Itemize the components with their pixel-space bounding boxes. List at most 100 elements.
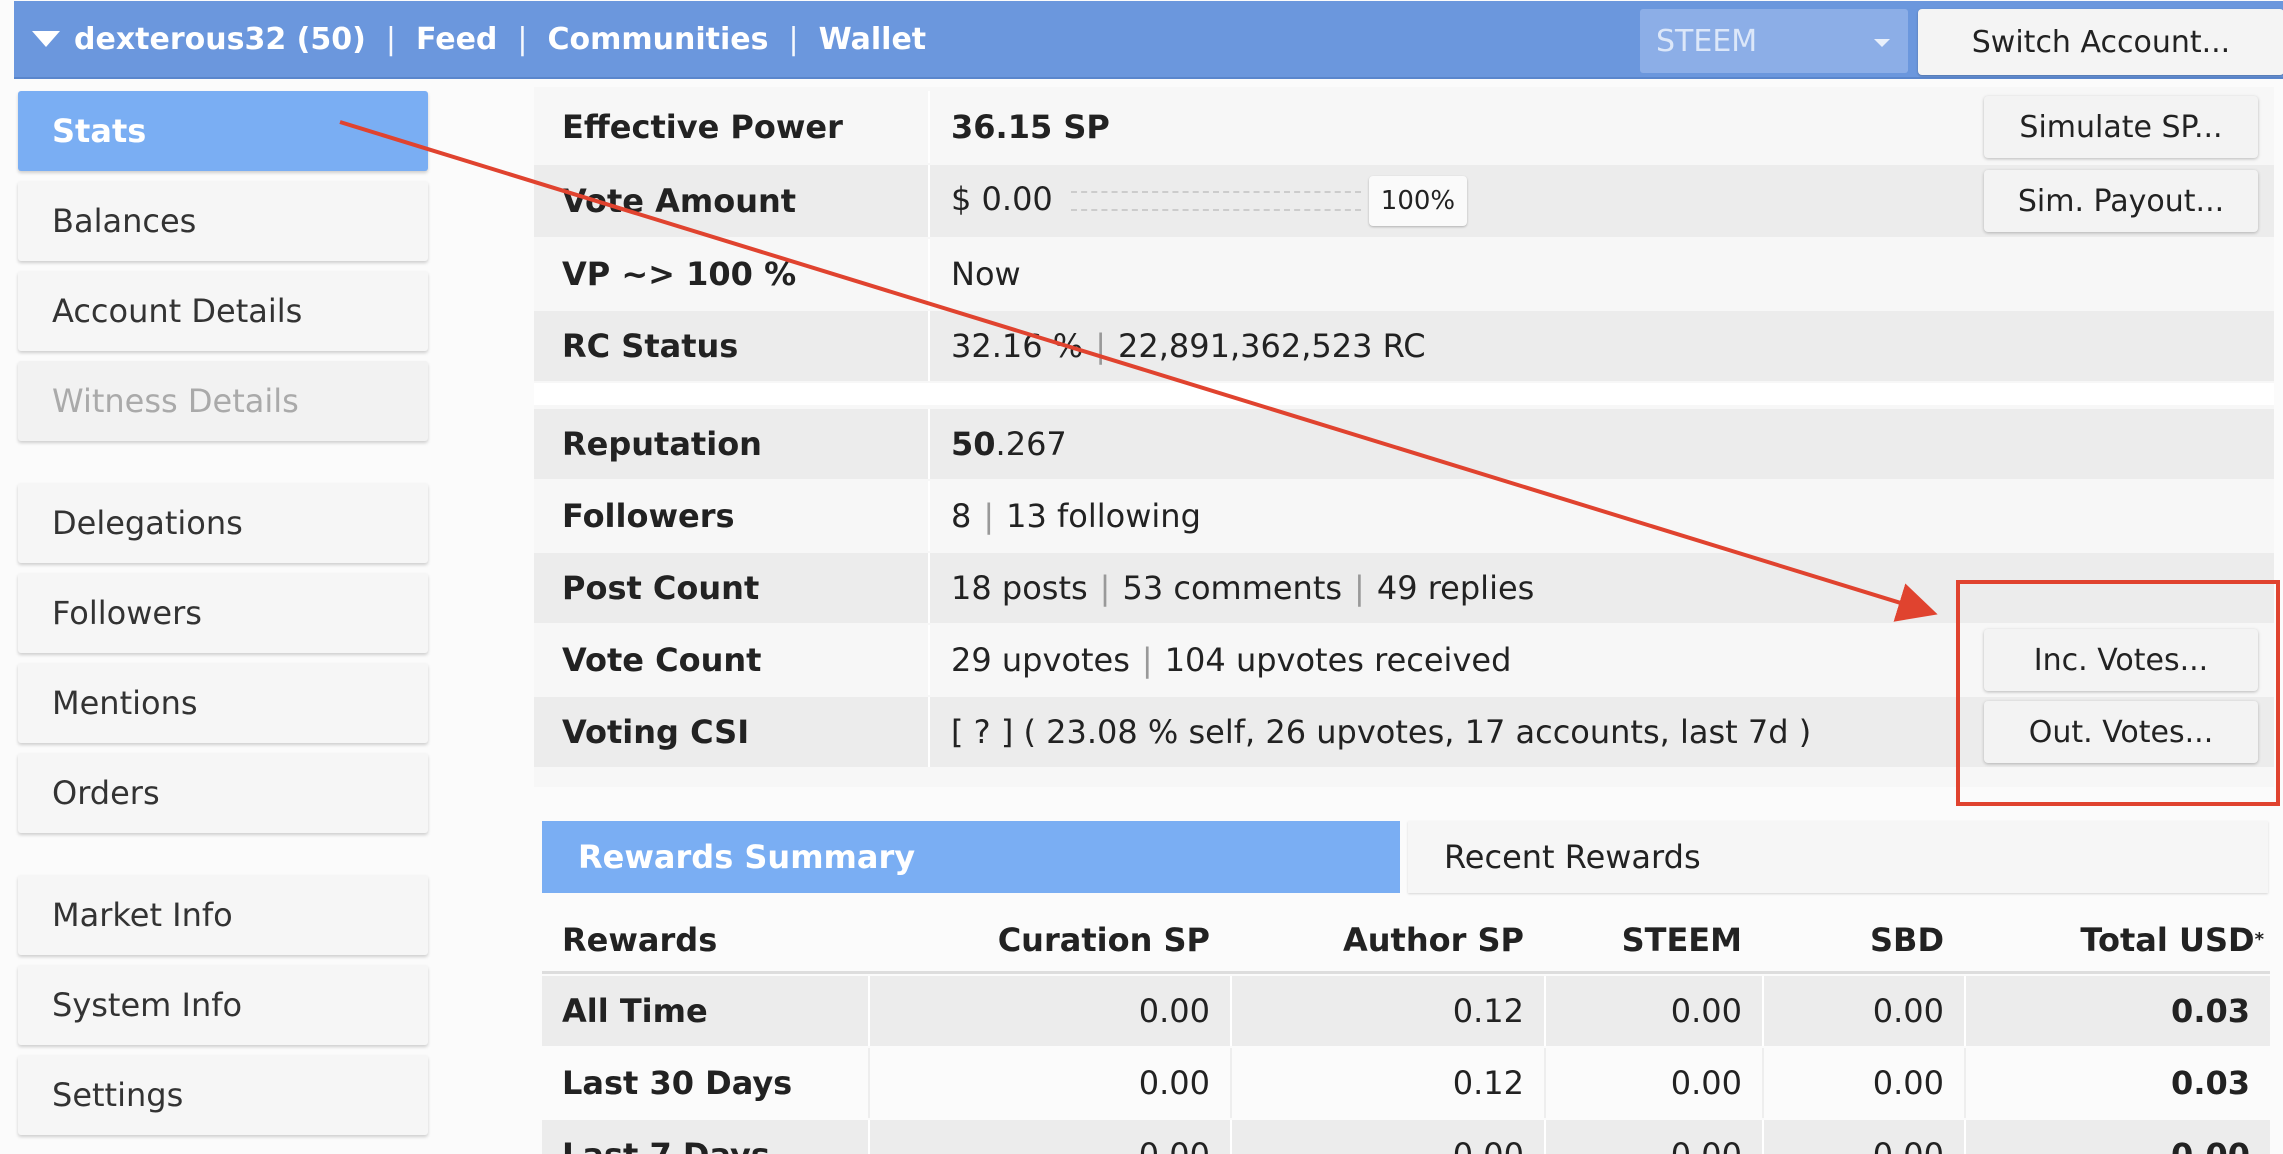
- pipe-separator: |: [1095, 327, 1106, 365]
- vote-amount-group: $ 0.00 100%: [951, 176, 1468, 226]
- table-row: Last 30 Days 0.00 0.12 0.00 0.00 0.03: [542, 1048, 2270, 1118]
- replies-count: 49 replies: [1376, 569, 1535, 607]
- sidebar-item-account-details[interactable]: Account Details: [18, 271, 428, 351]
- rc-amount: 22,891,362,523 RC: [1117, 327, 1426, 365]
- rc-value: 32.16 % | 22,891,362,523 RC: [951, 327, 1426, 365]
- vote-count-value: 29 upvotes | 104 upvotes received: [951, 641, 1511, 679]
- posts-count: 18 posts: [951, 569, 1088, 607]
- column-divider: [928, 165, 930, 237]
- nav-separator: |: [788, 21, 799, 57]
- sidebar-item-delegations[interactable]: Delegations: [18, 483, 428, 563]
- nav-link-feed[interactable]: Feed: [416, 22, 497, 57]
- inc-votes-button[interactable]: Inc. Votes...: [1984, 629, 2258, 691]
- stats-panel: Effective Power 36.15 SP Simulate SP... …: [534, 87, 2274, 787]
- column-divider: [928, 553, 930, 623]
- row-period: All Time: [562, 992, 708, 1030]
- cell-steem: 0.00: [1546, 1120, 1762, 1154]
- vote-amount-value: $ 0.00: [951, 180, 1053, 218]
- upvotes-received: 104 upvotes received: [1164, 641, 1512, 679]
- cell-total-usd: 0.00: [1966, 1120, 2270, 1154]
- cell-sbd: 0.00: [1764, 1120, 1964, 1154]
- cell-total-usd: 0.03: [2171, 992, 2250, 1030]
- sim-payout-button[interactable]: Sim. Payout...: [1984, 170, 2258, 232]
- upvotes-count: 29 upvotes: [951, 641, 1130, 679]
- cell-curation-sp: 0.00: [870, 1120, 1230, 1154]
- col-header-total-usd: Total USD *: [1966, 908, 2270, 971]
- col-header-author-sp: Author SP: [1342, 920, 1524, 959]
- followers-value: 8 | 13 following: [951, 497, 1201, 535]
- stat-row-voting-csi: Voting CSI [ ? ] ( 23.08 % self, 26 upvo…: [534, 697, 2274, 767]
- stat-row-effective-power: Effective Power 36.15 SP Simulate SP...: [534, 91, 2274, 163]
- stats-spacer: [534, 383, 2274, 405]
- pipe-separator: |: [1141, 641, 1153, 679]
- stat-label: RC Status: [562, 327, 739, 365]
- cell-total-usd: 0.03: [2171, 1064, 2250, 1102]
- nav-link-communities[interactable]: Communities: [548, 22, 769, 57]
- sidebar-item-settings[interactable]: Settings: [18, 1055, 428, 1135]
- column-divider: [928, 91, 930, 163]
- stat-row-rc-status: RC Status 32.16 % | 22,891,362,523 RC: [534, 311, 2274, 381]
- nav-link-wallet[interactable]: Wallet: [819, 22, 927, 57]
- sidebar-item-system-info[interactable]: System Info: [18, 965, 428, 1045]
- stat-row-reputation: Reputation 50.267: [534, 409, 2274, 479]
- stat-label: Reputation: [562, 425, 762, 463]
- simulate-sp-button[interactable]: Simulate SP...: [1984, 96, 2258, 158]
- sidebar-item-followers[interactable]: Followers: [18, 573, 428, 653]
- cell-curation-sp: 0.00: [1138, 992, 1210, 1030]
- switch-account-button[interactable]: Switch Account...: [1918, 9, 2283, 75]
- stat-label: Post Count: [562, 569, 760, 607]
- stat-label: Voting CSI: [562, 713, 750, 751]
- stat-label: Effective Power: [562, 108, 843, 146]
- pipe-separator: |: [983, 497, 995, 535]
- vote-weight-slider[interactable]: [1070, 191, 1361, 211]
- col-header-rewards: Rewards: [562, 920, 718, 959]
- chain-select[interactable]: STEEM: [1640, 9, 1908, 73]
- nav-links: dexterous32 (50) | Feed | Communities | …: [74, 22, 926, 57]
- cell-sbd: 0.00: [1872, 992, 1944, 1030]
- col-header-sbd: SBD: [1870, 920, 1944, 959]
- column-divider: [928, 311, 930, 381]
- stat-label: Vote Amount: [562, 182, 797, 220]
- total-usd-footnote-mark: *: [2254, 929, 2264, 950]
- cell-curation-sp: 0.00: [1138, 1064, 1210, 1102]
- top-nav-bar: dexterous32 (50) | Feed | Communities | …: [14, 1, 2283, 79]
- sidebar-item-market-info[interactable]: Market Info: [18, 875, 428, 955]
- sidebar-item-mentions[interactable]: Mentions: [18, 663, 428, 743]
- table-row: All Time 0.00 0.12 0.00 0.00 0.03: [542, 976, 2270, 1046]
- pipe-separator: |: [1354, 569, 1365, 607]
- comments-count: 53 comments: [1122, 569, 1343, 607]
- followers-count: 8: [951, 497, 972, 535]
- stat-label: Vote Count: [562, 641, 762, 679]
- column-divider: [928, 625, 930, 695]
- effective-power-value: 36.15 SP: [951, 108, 1110, 146]
- sidebar-item-stats[interactable]: Stats: [18, 91, 428, 171]
- row-period: Last 7 Days: [542, 1120, 868, 1154]
- vote-weight-percent[interactable]: 100%: [1368, 176, 1468, 226]
- out-votes-button[interactable]: Out. Votes...: [1984, 701, 2258, 763]
- sidebar-item-orders[interactable]: Orders: [18, 753, 428, 833]
- sidebar-item-balances[interactable]: Balances: [18, 181, 428, 261]
- chain-select-value: STEEM: [1656, 23, 1758, 59]
- cell-steem: 0.00: [1670, 1064, 1742, 1102]
- table-row: Last 7 Days 0.00 0.00 0.00 0.00 0.00: [542, 1120, 2270, 1154]
- stat-row-followers: Followers 8 | 13 following: [534, 481, 2274, 551]
- nav-separator: |: [517, 21, 528, 57]
- pipe-separator: |: [1099, 569, 1111, 607]
- reputation-dec: .267: [995, 425, 1067, 463]
- row-period: Last 30 Days: [562, 1064, 793, 1102]
- total-usd-label: Total USD: [2080, 920, 2255, 959]
- nav-separator: |: [385, 21, 396, 57]
- account-name-link[interactable]: dexterous32 (50): [74, 22, 366, 57]
- caret-down-icon[interactable]: [32, 31, 60, 47]
- reputation-int: 50: [951, 425, 996, 463]
- column-divider: [928, 409, 930, 479]
- tab-rewards-summary[interactable]: Rewards Summary: [542, 821, 1400, 893]
- chevron-down-icon: [1874, 39, 1890, 47]
- tab-recent-rewards[interactable]: Recent Rewards: [1408, 821, 2268, 893]
- reputation-value: 50.267: [951, 425, 1067, 463]
- col-header-steem: STEEM: [1621, 920, 1742, 959]
- col-header-curation-sp: Curation SP: [997, 920, 1210, 959]
- cell-sbd: 0.00: [1872, 1064, 1944, 1102]
